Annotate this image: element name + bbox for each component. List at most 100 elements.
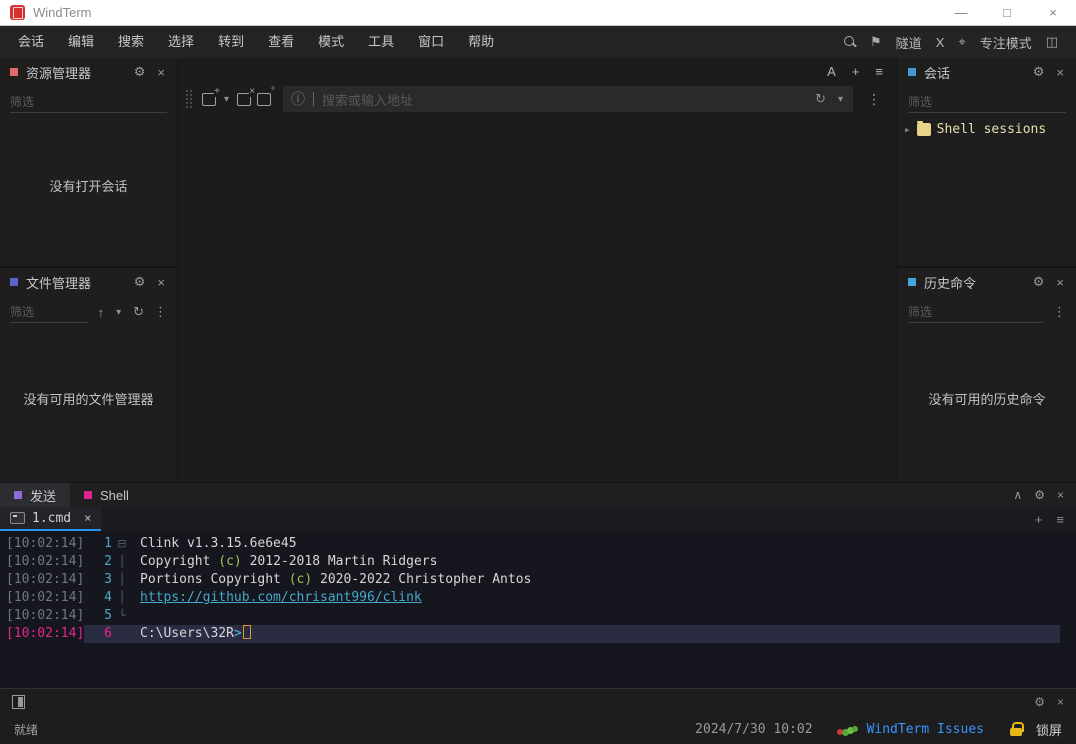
refresh-icon[interactable]: ↻ bbox=[133, 304, 144, 320]
shell-close-icon[interactable]: × bbox=[1057, 488, 1064, 502]
pane-close-icon[interactable]: × bbox=[1057, 695, 1064, 709]
title-bar: WindTerm — □ × bbox=[0, 0, 1076, 26]
history-close-icon[interactable]: × bbox=[1054, 275, 1066, 290]
minimize-button[interactable]: — bbox=[938, 5, 984, 20]
menu-select[interactable]: 选择 bbox=[156, 26, 206, 58]
status-bar: 就绪 2024/7/30 10:02 WindTerm Issues 锁屏 bbox=[0, 714, 1076, 744]
history-panel-title: 历史命令 bbox=[924, 275, 977, 291]
shell-panel-tabs: 发送 Shell ∧ ⚙ × bbox=[0, 483, 1076, 507]
layout-icon[interactable]: ◫ bbox=[1046, 34, 1058, 50]
tunnel-flag-icon: ⚑ bbox=[870, 34, 882, 49]
explorer-panel-icon bbox=[10, 68, 18, 76]
new-terminal-tab-icon[interactable]: + bbox=[1035, 512, 1043, 527]
tree-item-shell-sessions[interactable]: ▸ Shell sessions bbox=[898, 114, 1076, 145]
tab-send[interactable]: 发送 bbox=[0, 483, 71, 507]
close-button[interactable]: × bbox=[1030, 5, 1076, 20]
terminal-line: [10:02:14] 3 │ Portions Copyright (c) 2020-… bbox=[6, 572, 532, 587]
search-icon[interactable] bbox=[844, 36, 856, 48]
info-icon[interactable]: ⓘ bbox=[291, 89, 305, 109]
history-filter-input[interactable] bbox=[908, 301, 1043, 323]
shell-settings-gear-icon[interactable]: ⚙ bbox=[1034, 488, 1045, 502]
tunnel-button[interactable]: 隧道 bbox=[896, 33, 922, 52]
menu-goto[interactable]: 转到 bbox=[206, 26, 256, 58]
new-tab-icon[interactable]: + bbox=[202, 86, 220, 106]
focus-mode-button[interactable]: 专注模式 bbox=[980, 33, 1032, 52]
history-more-dots-icon[interactable]: ⋮ bbox=[1053, 304, 1066, 320]
focus-target-icon: ⌖ bbox=[958, 34, 966, 49]
session-panel: 会话 ⚙ × ▸ Shell sessions bbox=[898, 58, 1076, 268]
menu-edit[interactable]: 编辑 bbox=[56, 26, 106, 58]
close-tab-icon[interactable]: × bbox=[237, 86, 256, 106]
tab-1cmd[interactable]: 1.cmd × bbox=[0, 507, 102, 531]
file-manager-filter-input[interactable] bbox=[10, 301, 88, 323]
menu-search[interactable]: 搜索 bbox=[106, 26, 156, 58]
address-bar[interactable]: ⓘ 搜索或输入地址 ↻ ▾ bbox=[283, 86, 853, 112]
x-button[interactable]: X bbox=[936, 35, 945, 50]
explorer-settings-gear-icon[interactable]: ⚙ bbox=[132, 64, 148, 80]
menu-view[interactable]: 查看 bbox=[256, 26, 306, 58]
folder-icon bbox=[916, 121, 931, 136]
session-settings-gear-icon[interactable]: ⚙ bbox=[1031, 64, 1047, 80]
terminal-lines[interactable]: [10:02:14] 1 ⊟ Clink v1.3.15.6e6e45 [10:02:1… bbox=[0, 531, 1076, 688]
menu-tools[interactable]: 工具 bbox=[356, 26, 406, 58]
toolbar-drag-handle[interactable] bbox=[186, 90, 194, 108]
menu-help[interactable]: 帮助 bbox=[456, 26, 506, 58]
up-arrow-icon[interactable]: ↑ bbox=[98, 305, 105, 320]
tree-expand-caret-icon[interactable]: ▸ bbox=[904, 123, 911, 136]
collapsed-pane-row: ⚙ × bbox=[0, 688, 1076, 714]
status-ready-text: 就绪 bbox=[14, 722, 39, 737]
window-title: WindTerm bbox=[33, 5, 92, 20]
new-tab-dropdown-icon[interactable]: ▾ bbox=[224, 94, 229, 105]
cmd-icon bbox=[10, 512, 25, 524]
windterm-issues-link[interactable]: WindTerm Issues bbox=[867, 722, 984, 737]
terminal-cursor bbox=[242, 625, 251, 639]
file-manager-empty-text: 没有可用的文件管理器 bbox=[23, 391, 154, 407]
terminal-tabs-menu-icon[interactable]: ≡ bbox=[1056, 512, 1064, 527]
add-button[interactable]: + bbox=[852, 64, 860, 79]
terminal-line: [10:02:14] 5 └ bbox=[6, 608, 126, 623]
file-manager-panel-title: 文件管理器 bbox=[26, 275, 92, 291]
history-empty-text: 没有可用的历史命令 bbox=[928, 391, 1046, 407]
collapse-chevron-icon[interactable]: ∧ bbox=[1013, 488, 1022, 502]
terminal-line: [10:02:14] 1 ⊟ Clink v1.3.15.6e6e45 bbox=[6, 536, 297, 551]
lock-icon bbox=[1009, 722, 1024, 736]
explorer-panel: 资源管理器 ⚙ × 没有打开会话 bbox=[0, 58, 177, 268]
reopen-tab-icon[interactable]: ° bbox=[257, 86, 276, 106]
windterm-pane-icon[interactable] bbox=[12, 694, 25, 709]
lock-screen-button[interactable]: 锁屏 bbox=[1036, 720, 1062, 739]
explorer-filter-input[interactable] bbox=[10, 91, 167, 113]
session-filter-input[interactable] bbox=[908, 91, 1066, 113]
history-panel: 历史命令 ⚙ × ⋮ 没有可用的历史命令 bbox=[898, 268, 1076, 482]
toolbar-more-dots-icon[interactable]: ⋮ bbox=[859, 91, 889, 108]
maximize-button[interactable]: □ bbox=[984, 5, 1030, 20]
menu-window[interactable]: 窗口 bbox=[406, 26, 456, 58]
terminal-line: [10:02:14] 2 │ Copyright (c) 2012-2018 Mart… bbox=[6, 554, 438, 569]
terminal-line: [10:02:14] 6 C:\Users\32R> bbox=[0, 625, 1060, 643]
chevron-down-icon[interactable]: ▾ bbox=[116, 307, 121, 318]
cmd-tab-label: 1.cmd bbox=[32, 510, 72, 526]
cmd-tab-close-icon[interactable]: × bbox=[84, 511, 91, 525]
hamburger-menu-icon[interactable]: ≡ bbox=[875, 64, 883, 79]
pane-settings-gear-icon[interactable]: ⚙ bbox=[1034, 695, 1045, 709]
explorer-empty-text: 没有打开会话 bbox=[49, 178, 128, 194]
session-close-icon[interactable]: × bbox=[1054, 65, 1066, 80]
file-manager-settings-gear-icon[interactable]: ⚙ bbox=[132, 274, 148, 290]
address-refresh-icon[interactable]: ↻ bbox=[815, 91, 826, 107]
terminal-link[interactable]: https://github.com/chrisant996/clink bbox=[140, 590, 422, 605]
right-sidebar: 会话 ⚙ × ▸ Shell sessions 历史命令 ⚙ × bbox=[897, 58, 1076, 482]
menu-mode[interactable]: 模式 bbox=[306, 26, 356, 58]
menu-session[interactable]: 会话 bbox=[6, 26, 56, 58]
send-tab-icon bbox=[14, 491, 22, 499]
shell-tab-icon bbox=[84, 491, 93, 499]
session-panel-icon bbox=[908, 68, 916, 76]
explorer-close-icon[interactable]: × bbox=[155, 65, 167, 80]
main-area: 资源管理器 ⚙ × 没有打开会话 文件管理器 ⚙ × ↑ ▾ ↻ ⋮ bbox=[0, 58, 1076, 482]
more-dots-icon[interactable]: ⋮ bbox=[154, 304, 167, 320]
windterm-logo-icon bbox=[10, 5, 25, 20]
text-a-button[interactable]: A bbox=[827, 64, 836, 79]
address-dropdown-icon[interactable]: ▾ bbox=[838, 94, 843, 105]
tab-shell[interactable]: Shell bbox=[70, 483, 143, 507]
history-settings-gear-icon[interactable]: ⚙ bbox=[1031, 274, 1047, 290]
shell-tab-label: Shell bbox=[100, 487, 129, 503]
file-manager-close-icon[interactable]: × bbox=[155, 275, 167, 290]
